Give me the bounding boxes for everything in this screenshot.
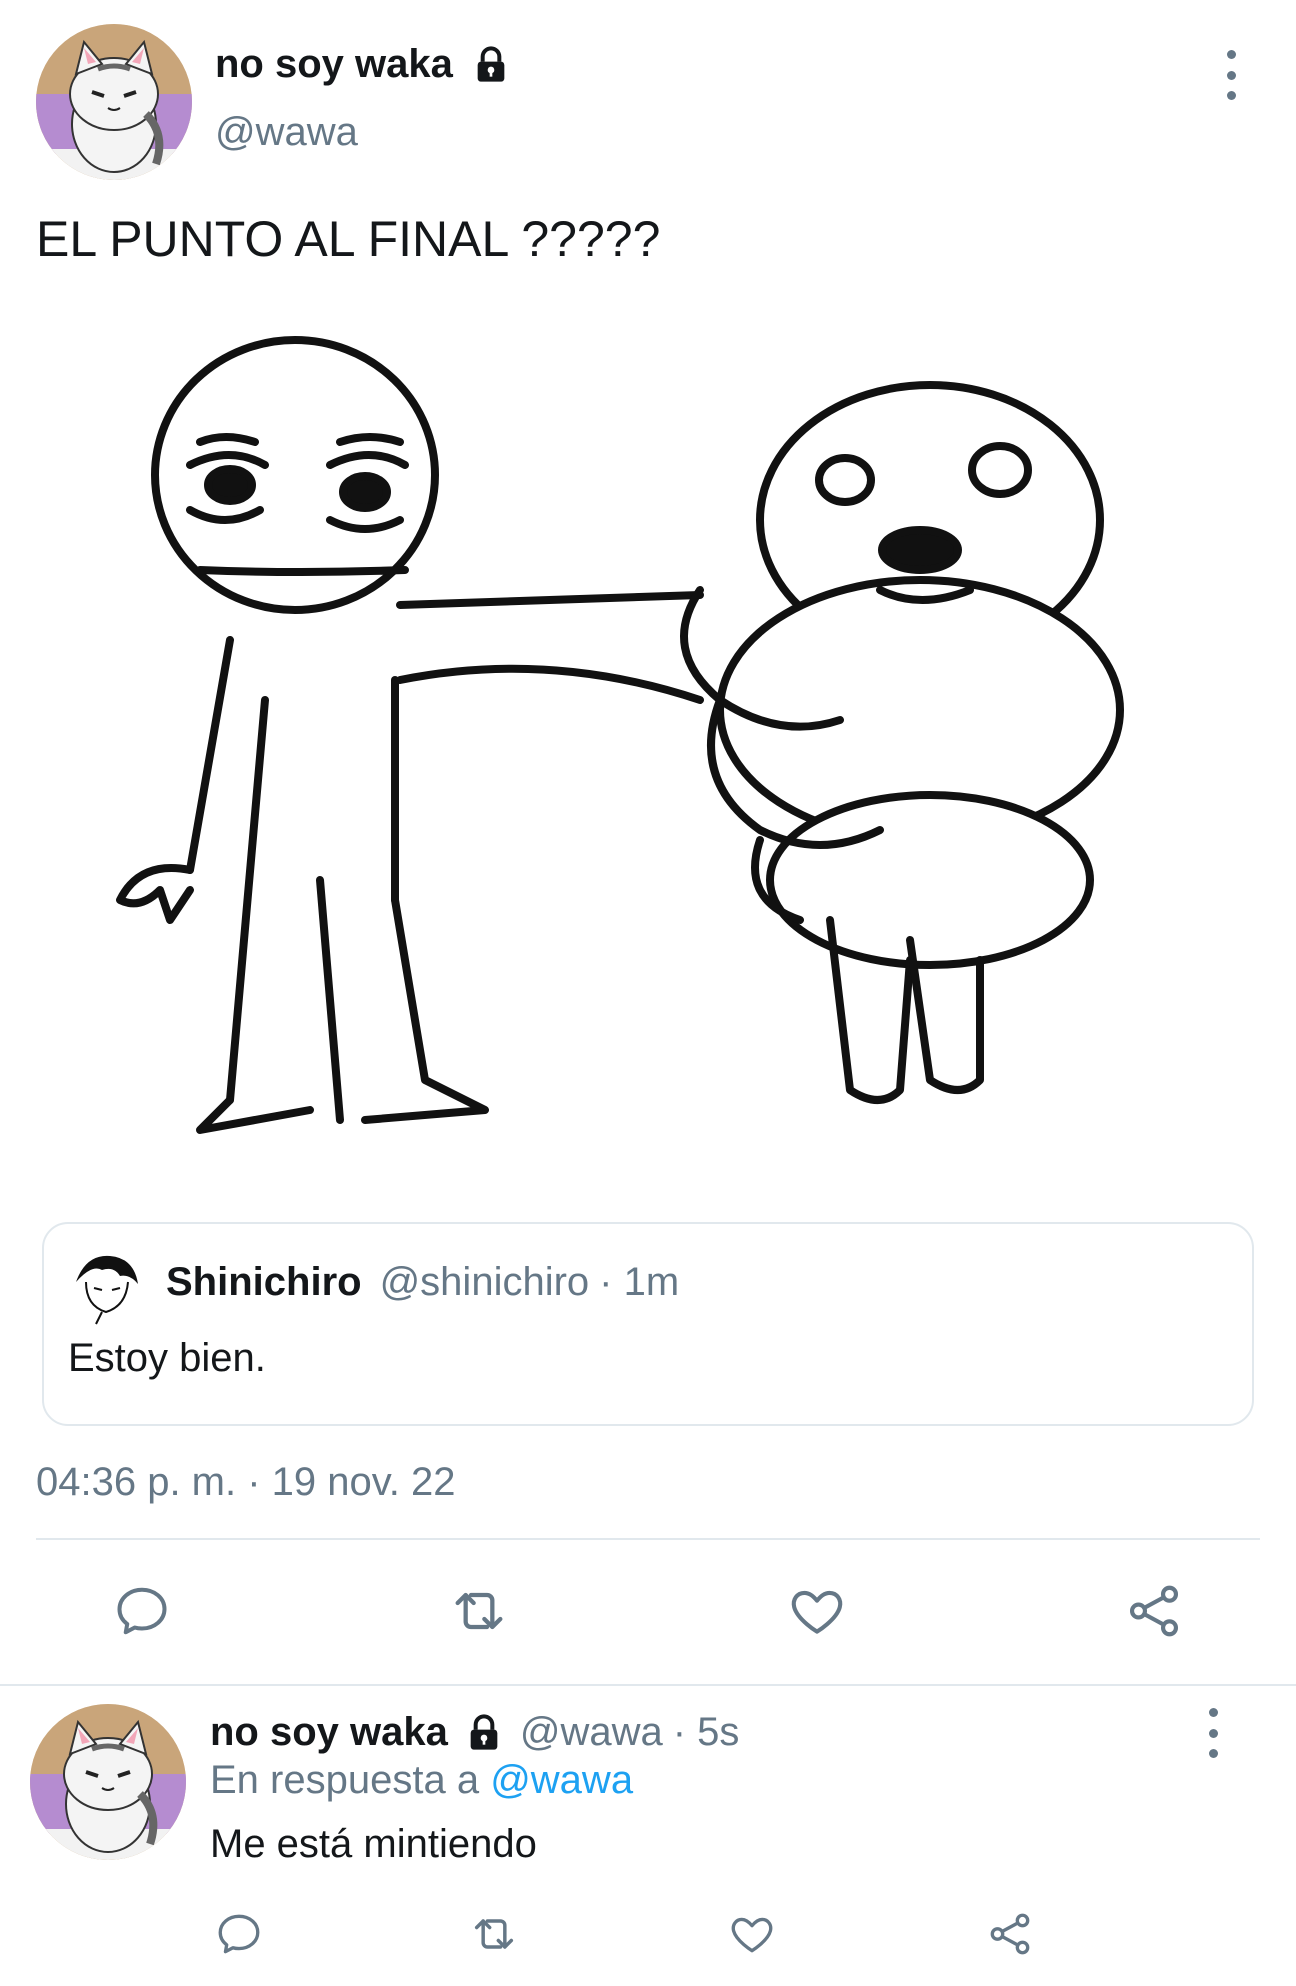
- more-options-button[interactable]: [1216, 50, 1246, 100]
- dot-icon: [1208, 1728, 1218, 1738]
- author-avatar[interactable]: [36, 24, 192, 180]
- quoted-author-name[interactable]: Shinichiro: [166, 1260, 362, 1305]
- cat-avatar-image: [30, 1704, 186, 1860]
- share-icon: [1129, 1585, 1179, 1637]
- retweet-button[interactable]: [437, 1575, 521, 1647]
- reply-reply-button[interactable]: [208, 1906, 270, 1962]
- retweet-icon: [455, 1592, 503, 1630]
- quoted-author-handle[interactable]: @shinichiro: [380, 1260, 590, 1305]
- reply-more-options-button[interactable]: [1198, 1708, 1228, 1758]
- reply-retweet-button[interactable]: [463, 1906, 525, 1962]
- like-icon: [791, 1590, 843, 1634]
- replying-to-link[interactable]: @wawa: [490, 1758, 633, 1802]
- retweet-icon: [474, 1919, 514, 1949]
- quoted-author-avatar[interactable]: [68, 1250, 144, 1326]
- like-button[interactable]: [775, 1575, 859, 1647]
- share-icon: [990, 1913, 1030, 1955]
- quoted-time: · 1m: [599, 1260, 680, 1304]
- lock-icon: [464, 1713, 504, 1753]
- like-icon: [731, 1917, 773, 1953]
- replying-to-label: En respuesta a: [210, 1758, 480, 1802]
- tweet-text: EL PUNTO AL FINAL ?????: [36, 211, 661, 267]
- reply-share-button[interactable]: [979, 1906, 1041, 1962]
- share-button[interactable]: [1112, 1575, 1196, 1647]
- reply-author-handle[interactable]: @wawa: [520, 1710, 663, 1755]
- quoted-tweet-card[interactable]: Shinichiro @shinichiro · 1m Estoy bien.: [42, 1222, 1254, 1426]
- dot-icon: [1208, 1749, 1218, 1758]
- divider: [36, 1538, 1260, 1540]
- cat-avatar-image: [36, 24, 192, 180]
- reply-button[interactable]: [100, 1575, 184, 1647]
- dot-icon: [1226, 70, 1236, 80]
- author-name[interactable]: no soy waka: [215, 42, 453, 87]
- meme-drawing: [116, 336, 1124, 1134]
- dot-icon: [1226, 91, 1236, 100]
- reply-time: · 5s: [672, 1710, 740, 1754]
- reply-like-button[interactable]: [721, 1906, 783, 1962]
- reply-author-avatar[interactable]: [30, 1704, 186, 1860]
- lock-icon: [471, 45, 511, 85]
- tweet-image[interactable]: [0, 320, 1296, 1150]
- anime-boy-avatar-image: [76, 1255, 138, 1325]
- dot-icon: [1226, 50, 1236, 59]
- tweet-timestamp[interactable]: 04:36 p. m. · 19 nov. 22: [36, 1460, 456, 1505]
- reply-text: Me está mintiendo: [210, 1822, 537, 1866]
- quoted-text: Estoy bien.: [68, 1336, 266, 1380]
- dot-icon: [1208, 1708, 1218, 1717]
- author-handle[interactable]: @wawa: [215, 110, 358, 155]
- reply-icon: [218, 1914, 260, 1954]
- reply-icon: [117, 1587, 167, 1635]
- section-divider: [0, 1684, 1296, 1686]
- reply-author-name[interactable]: no soy waka: [210, 1710, 448, 1755]
